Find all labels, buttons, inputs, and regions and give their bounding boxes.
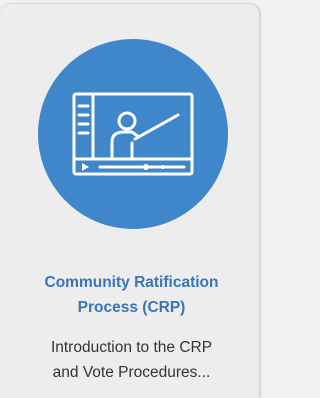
course-card[interactable]: Community Ratification Process (CRP) Int… xyxy=(0,4,259,398)
page: Community Ratification Process (CRP) Int… xyxy=(0,0,265,398)
course-description-line-2: and Vote Procedures... xyxy=(52,364,211,381)
video-presentation-icon xyxy=(72,92,194,176)
course-title-line-1: Community Ratification xyxy=(44,274,219,291)
course-icon-circle xyxy=(38,39,228,229)
course-description-line-1: Introduction to the CRP xyxy=(50,339,213,356)
course-description: Introduction to the CRP and Vote Procedu… xyxy=(14,335,249,385)
course-title-line-2: Process (CRP) xyxy=(77,299,186,316)
course-title[interactable]: Community Ratification Process (CRP) xyxy=(14,270,249,320)
